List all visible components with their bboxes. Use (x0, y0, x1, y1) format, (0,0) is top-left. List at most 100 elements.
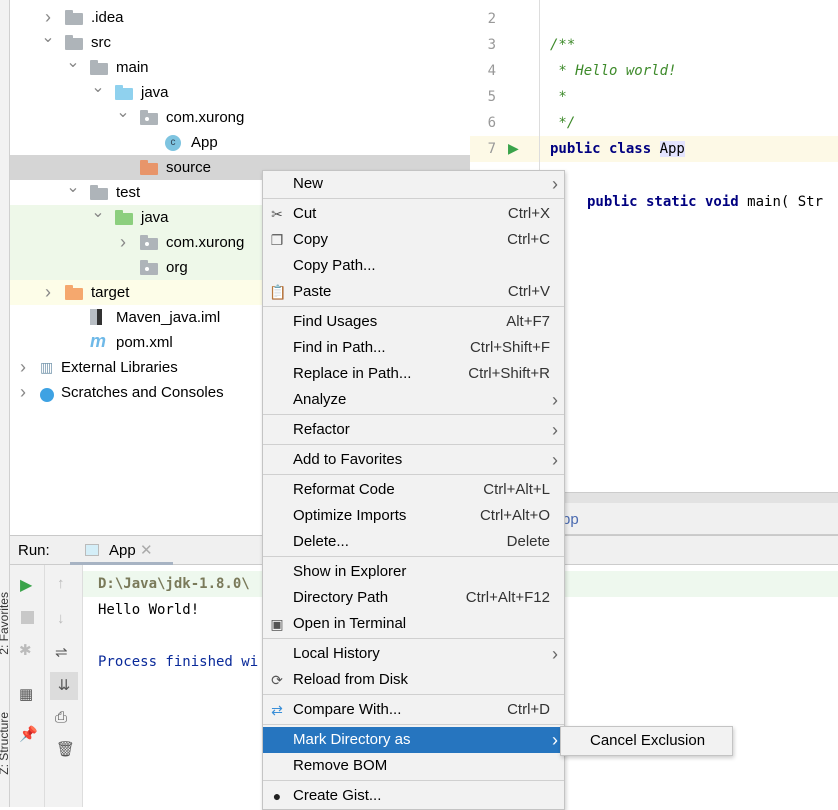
tab-app-label: App (109, 542, 136, 559)
line-number: 5 (487, 89, 496, 105)
menu-item-optimize-imports[interactable]: Optimize Imports Ctrl+Alt+O (263, 503, 564, 529)
menu-item-shortcut: Ctrl+Alt+F12 (465, 589, 550, 606)
trash-icon[interactable]: 🗑 (56, 740, 75, 758)
layout-icon[interactable]: ▦ (19, 685, 33, 703)
maven-icon: m (90, 331, 107, 351)
tree-item[interactable]: ⌄ java (10, 79, 470, 105)
menu-item-compare-with[interactable]: ⇄ Compare With... Ctrl+D (263, 697, 564, 723)
side-tab-favorites[interactable]: 2: Favorites (0, 592, 9, 655)
tree-item-label: com.xurong (166, 234, 245, 251)
tree-item-label: test (116, 184, 141, 201)
menu-item-analyze[interactable]: Analyze › (263, 387, 564, 413)
chevron-down-icon[interactable]: ⌄ (91, 75, 105, 100)
code-line: * (550, 89, 567, 105)
menu-item-label: Find Usages (293, 313, 378, 330)
chevron-down-icon[interactable]: ⌄ (66, 50, 80, 75)
menu-item-delete[interactable]: Delete... Delete (263, 529, 564, 555)
menu-item-reformat-code[interactable]: Reformat Code Ctrl+Alt+L (263, 477, 564, 503)
menu-item-paste[interactable]: 📋 Paste Ctrl+V (263, 279, 564, 305)
menu-item-shortcut: Ctrl+Alt+O (479, 507, 550, 524)
menu-item-copy-path[interactable]: Copy Path... (263, 253, 564, 279)
package-icon (140, 260, 158, 275)
menu-item-shortcut: Ctrl+Shift+R (468, 365, 550, 382)
menu-item-directory-path[interactable]: Directory Path Ctrl+Alt+F12 (263, 585, 564, 611)
stop-icon[interactable] (21, 611, 34, 624)
menu-item-local-history[interactable]: Local History › (263, 641, 564, 667)
menu-item-new[interactable]: New › (263, 171, 564, 197)
code-line: public class App (550, 136, 685, 162)
method-signature: main( Str (747, 194, 824, 210)
menu-item-add-to-favorites[interactable]: Add to Favorites › (263, 447, 564, 473)
menu-item-label: Add to Favorites (293, 451, 403, 468)
console-icon (85, 544, 99, 556)
pin-icon[interactable]: 📌 (19, 725, 38, 743)
code-line: /** (550, 37, 576, 53)
menu-item-label: Cut (293, 205, 317, 222)
print-icon[interactable]: ⎙ (55, 709, 67, 726)
line-number: 6 (487, 115, 496, 131)
menu-item-label: Analyze (293, 391, 347, 408)
chevron-down-icon[interactable]: ⌄ (66, 175, 80, 200)
menu-item-cut[interactable]: ✂ Cut Ctrl+X (263, 201, 564, 227)
menu-item-reload-from-disk[interactable]: ⟳ Reload from Disk (263, 667, 564, 693)
menu-item-label: Local History (293, 645, 380, 662)
close-icon[interactable]: ✕ (140, 541, 153, 559)
tree-item-label: App (191, 134, 218, 151)
menu-item-label: Open in Terminal (293, 615, 407, 632)
chevron-down-icon[interactable]: ⌄ (116, 100, 130, 125)
scroll-to-end-icon[interactable]: ⇊ (50, 672, 78, 700)
menu-item-label: Create Gist... (293, 787, 382, 804)
menu-item-replace-in-path[interactable]: Replace in Path... Ctrl+Shift+R (263, 361, 564, 387)
menu-item-find-in-path[interactable]: Find in Path... Ctrl+Shift+F (263, 335, 564, 361)
tree-item-label: target (91, 284, 130, 301)
menu-item-label: Paste (293, 283, 332, 300)
soft-wrap-icon[interactable]: ⇌ (55, 643, 68, 661)
up-icon[interactable]: ↑ (57, 575, 65, 592)
menu-item-find-usages[interactable]: Find Usages Alt+F7 (263, 309, 564, 335)
chevron-right-icon: › (552, 390, 558, 410)
menu-item-show-in-explorer[interactable]: Show in Explorer (263, 559, 564, 585)
tree-item[interactable]: c App (10, 130, 470, 155)
libraries-icon: ▥ (40, 359, 54, 375)
folder-icon (65, 10, 83, 25)
paste-icon: 📋 (269, 284, 287, 300)
run-label: Run: (18, 542, 50, 559)
rerun-icon[interactable]: ▶ (20, 575, 32, 595)
chevron-right-icon[interactable]: › (41, 280, 55, 305)
menu-item-shortcut: Ctrl+X (507, 205, 550, 222)
debug-icon[interactable]: ✱ (19, 641, 32, 659)
context-menu: New › ✂ Cut Ctrl+X ❐ Copy Ctrl+C Copy Path... 📋 Pa… (262, 170, 565, 810)
chevron-right-icon[interactable]: › (116, 230, 130, 255)
tree-item-label: main (116, 59, 149, 76)
tree-item[interactable]: › .idea (10, 5, 470, 30)
tree-item[interactable]: ⌄ com.xurong (10, 104, 470, 130)
keyword: public static void (587, 194, 748, 210)
side-tab-structure[interactable]: Z: Structure (0, 712, 9, 775)
menu-item-create-gist[interactable]: ● Create Gist... (263, 783, 564, 809)
folder-icon (65, 285, 83, 300)
tree-item[interactable]: ⌄ main (10, 54, 470, 80)
menu-item-refactor[interactable]: Refactor › (263, 417, 564, 443)
class-icon: c (165, 135, 181, 151)
menu-item-shortcut: Ctrl+V (507, 283, 550, 300)
menu-item-label: Replace in Path... (293, 365, 412, 382)
menu-item-cancel-exclusion[interactable]: Cancel Exclusion (590, 732, 705, 749)
menu-item-label: Optimize Imports (293, 507, 407, 524)
menu-item-remove-bom[interactable]: Remove BOM (263, 753, 564, 779)
class-name: App (659, 141, 685, 157)
chevron-right-icon[interactable]: › (16, 380, 30, 405)
chevron-down-icon[interactable]: ⌄ (41, 25, 55, 50)
menu-item-shortcut: Ctrl+Alt+L (483, 481, 550, 498)
chevron-right-icon[interactable]: › (16, 355, 30, 380)
code-line-9: public static void main( Str (587, 189, 823, 215)
chevron-down-icon[interactable]: ⌄ (91, 200, 105, 225)
down-icon[interactable]: ↓ (57, 610, 65, 627)
menu-item-open-in-terminal[interactable]: ▣ Open in Terminal (263, 611, 564, 637)
tab-app[interactable]: App ✕ (70, 536, 173, 565)
menu-item-copy[interactable]: ❐ Copy Ctrl+C (263, 227, 564, 253)
line-number: 3 (487, 37, 496, 53)
menu-item-mark-directory-as[interactable]: Mark Directory as › (263, 727, 564, 753)
tree-item-label: java (141, 84, 169, 101)
iml-file-icon (90, 309, 102, 325)
run-gutter-icon[interactable]: ▶ (508, 140, 519, 157)
